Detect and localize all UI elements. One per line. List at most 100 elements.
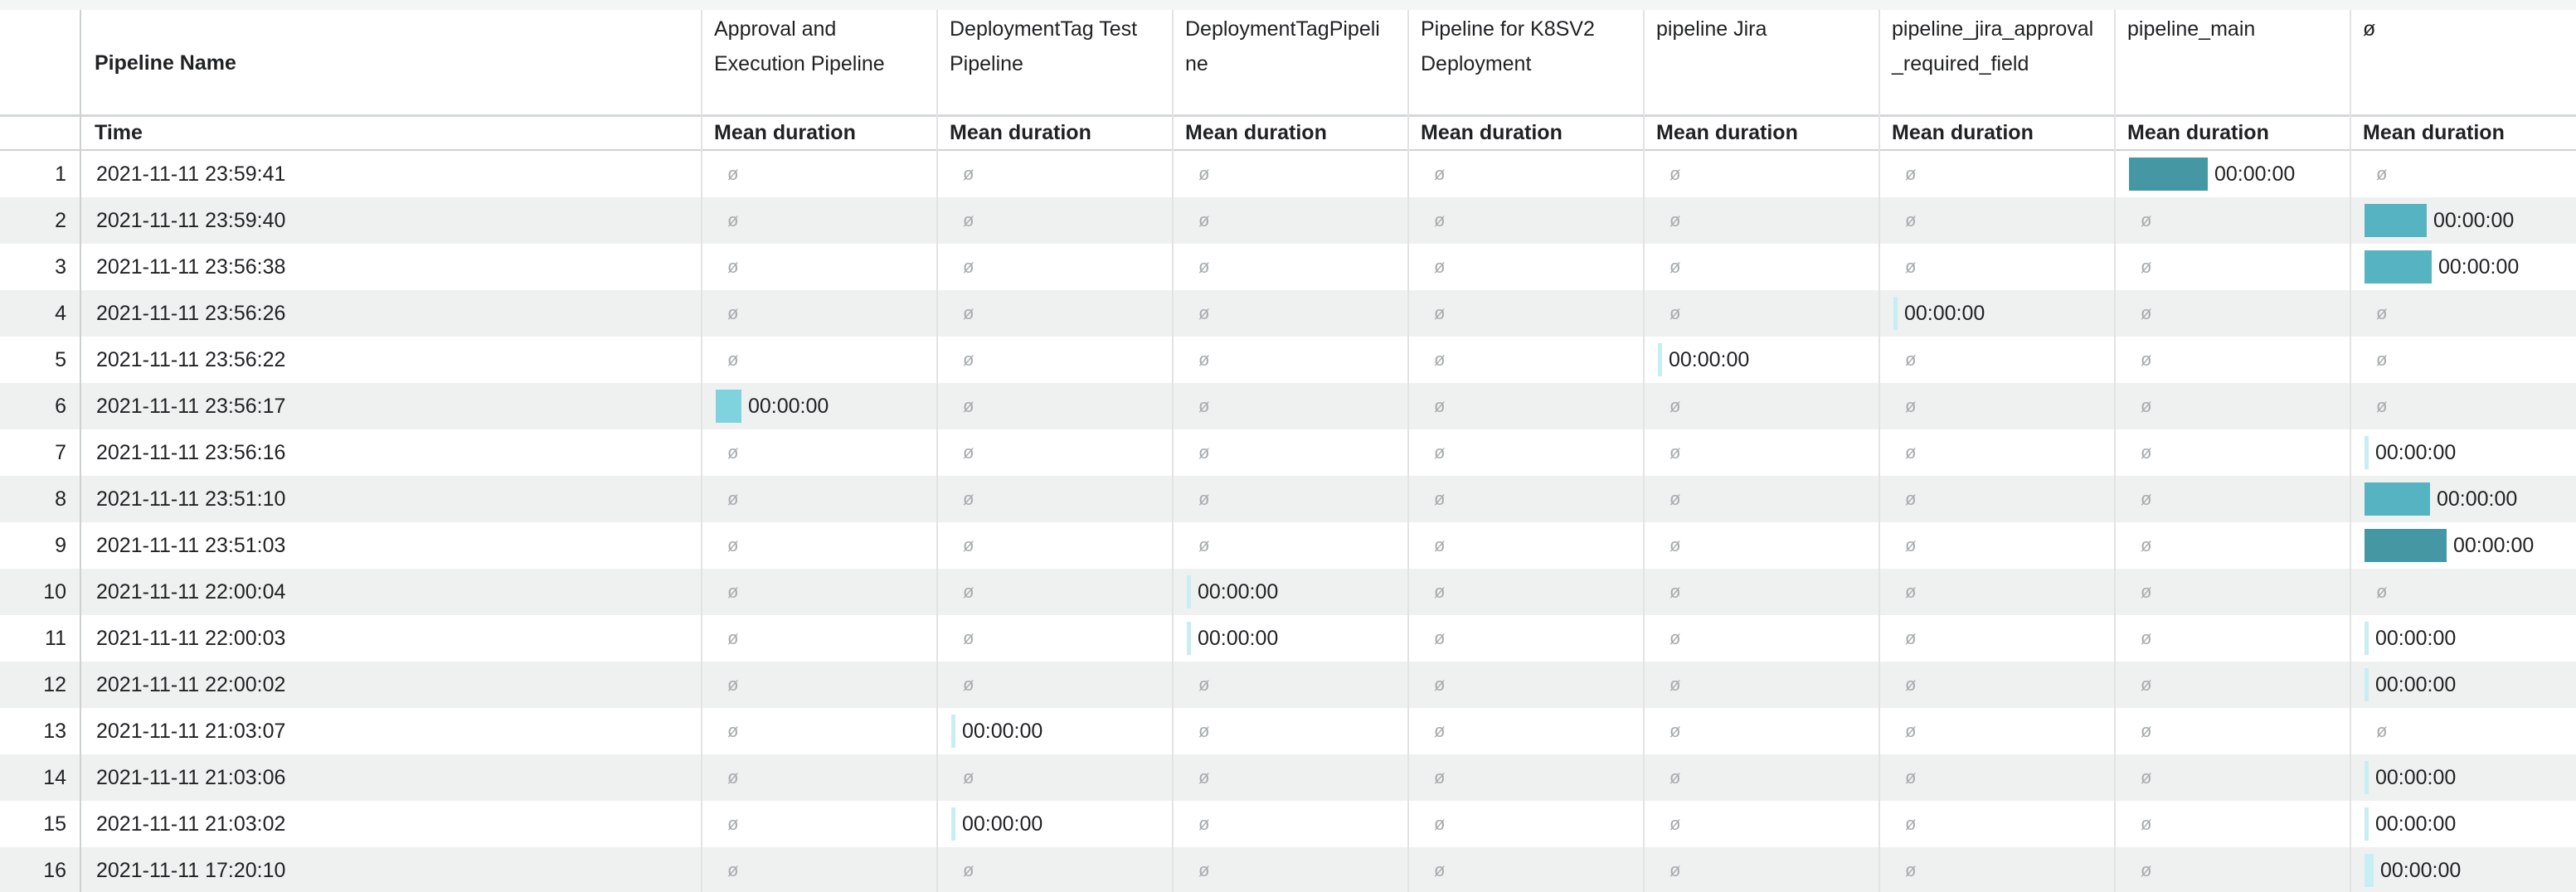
duration-value[interactable]: 00:00:00 xyxy=(2375,615,2456,662)
null-cell[interactable]: ø xyxy=(1670,151,1680,197)
null-cell[interactable]: ø xyxy=(2141,754,2151,801)
null-cell[interactable]: ø xyxy=(1905,754,1916,801)
measure-label[interactable]: Mean duration xyxy=(714,117,856,149)
null-cell[interactable]: ø xyxy=(1905,847,1916,892)
null-cell[interactable]: ø xyxy=(1198,244,1209,290)
null-cell[interactable]: ø xyxy=(1198,708,1209,754)
measure-label[interactable]: Mean duration xyxy=(950,117,1091,149)
null-cell[interactable]: ø xyxy=(963,754,974,801)
null-cell[interactable]: ø xyxy=(2141,708,2151,754)
measure-label[interactable]: Mean duration xyxy=(1656,117,1798,149)
null-cell[interactable]: ø xyxy=(963,847,974,892)
null-cell[interactable]: ø xyxy=(727,569,738,615)
duration-value[interactable]: 00:00:00 xyxy=(2375,754,2456,801)
null-cell[interactable]: ø xyxy=(1434,801,1445,847)
null-cell[interactable]: ø xyxy=(1198,290,1209,337)
column-header[interactable]: pipeline_main xyxy=(2127,12,2346,46)
null-cell[interactable]: ø xyxy=(1434,151,1445,197)
null-cell[interactable]: ø xyxy=(1198,662,1209,708)
time-cell[interactable]: 2021-11-11 23:51:03 xyxy=(96,522,285,569)
null-cell[interactable]: ø xyxy=(1905,522,1916,569)
null-cell[interactable]: ø xyxy=(2141,197,2151,244)
duration-value[interactable]: 00:00:00 xyxy=(1198,615,1278,662)
table-row[interactable]: 7 2021-11-11 23:56:16 ø ø ø ø ø ø ø 00:00:00 xyxy=(0,429,2576,476)
null-cell[interactable]: ø xyxy=(1198,151,1209,197)
duration-value[interactable]: 00:00:00 xyxy=(748,383,829,429)
null-cell[interactable]: ø xyxy=(1434,244,1445,290)
duration-value[interactable]: 00:00:00 xyxy=(2453,522,2534,569)
null-cell[interactable]: ø xyxy=(2141,290,2151,337)
table-row[interactable]: 11 2021-11-11 22:00:03 ø ø 00:00:00 ø ø ø ø 00:00… xyxy=(0,615,2576,662)
measure-label[interactable]: Mean duration xyxy=(1892,117,2034,149)
duration-value[interactable]: 00:00:00 xyxy=(2437,476,2517,522)
null-cell[interactable]: ø xyxy=(1905,615,1916,662)
table-row[interactable]: 10 2021-11-11 22:00:04 ø ø 00:00:00 ø ø ø ø ø xyxy=(0,569,2576,615)
duration-value[interactable]: 00:00:00 xyxy=(2214,151,2295,197)
null-cell[interactable]: ø xyxy=(2376,151,2387,197)
table-row[interactable]: 13 2021-11-11 21:03:07 ø 00:00:00 ø ø ø ø ø ø xyxy=(0,708,2576,754)
table-row[interactable]: 9 2021-11-11 23:51:03 ø ø ø ø ø ø ø 00:00:00 xyxy=(0,522,2576,569)
null-cell[interactable]: ø xyxy=(1198,337,1209,383)
duration-value[interactable]: 00:00:00 xyxy=(2380,847,2461,892)
null-cell[interactable]: ø xyxy=(2141,615,2151,662)
time-cell[interactable]: 2021-11-11 21:03:02 xyxy=(96,801,285,847)
table-row[interactable]: 12 2021-11-11 22:00:02 ø ø ø ø ø ø ø 00:00:00 xyxy=(0,662,2576,708)
duration-value[interactable]: 00:00:00 xyxy=(2375,801,2456,847)
column-header[interactable]: DeploymentTagPipeli ne xyxy=(1185,12,1404,81)
null-cell[interactable]: ø xyxy=(1670,244,1680,290)
null-cell[interactable]: ø xyxy=(1198,429,1209,476)
null-cell[interactable]: ø xyxy=(963,569,974,615)
null-cell[interactable]: ø xyxy=(1198,197,1209,244)
null-cell[interactable]: ø xyxy=(1198,476,1209,522)
null-cell[interactable]: ø xyxy=(1670,662,1680,708)
null-cell[interactable]: ø xyxy=(963,383,974,429)
time-cell[interactable]: 2021-11-11 23:56:16 xyxy=(96,429,285,476)
null-cell[interactable]: ø xyxy=(1670,615,1680,662)
duration-value[interactable]: 00:00:00 xyxy=(962,708,1043,754)
measure-label[interactable]: Mean duration xyxy=(2363,117,2505,149)
null-cell[interactable]: ø xyxy=(2141,522,2151,569)
null-cell[interactable]: ø xyxy=(1198,383,1209,429)
null-cell[interactable]: ø xyxy=(1670,290,1680,337)
null-cell[interactable]: ø xyxy=(727,847,738,892)
null-cell[interactable]: ø xyxy=(1434,197,1445,244)
null-cell[interactable]: ø xyxy=(1434,615,1445,662)
null-cell[interactable]: ø xyxy=(2376,337,2387,383)
duration-value[interactable]: 00:00:00 xyxy=(2375,429,2456,476)
pivot-label[interactable]: Pipeline Name xyxy=(95,46,236,80)
null-cell[interactable]: ø xyxy=(963,429,974,476)
column-header[interactable]: pipeline Jira xyxy=(1656,12,1875,46)
null-cell[interactable]: ø xyxy=(963,522,974,569)
duration-value[interactable]: 00:00:00 xyxy=(1904,290,1985,337)
table-row[interactable]: 2 2021-11-11 23:59:40 ø ø ø ø ø ø ø 00:00:00 xyxy=(0,197,2576,244)
null-cell[interactable]: ø xyxy=(1670,847,1680,892)
null-cell[interactable]: ø xyxy=(963,476,974,522)
null-cell[interactable]: ø xyxy=(1905,244,1916,290)
table-row[interactable]: 15 2021-11-11 21:03:02 ø 00:00:00 ø ø ø ø ø 00:00… xyxy=(0,801,2576,847)
column-header[interactable]: ø xyxy=(2363,12,2576,46)
time-cell[interactable]: 2021-11-11 23:56:22 xyxy=(96,337,285,383)
null-cell[interactable]: ø xyxy=(1905,801,1916,847)
table-row[interactable]: 14 2021-11-11 21:03:06 ø ø ø ø ø ø ø 00:00:00 xyxy=(0,754,2576,801)
null-cell[interactable]: ø xyxy=(1670,383,1680,429)
duration-value[interactable]: 00:00:00 xyxy=(2433,197,2514,244)
null-cell[interactable]: ø xyxy=(727,708,738,754)
null-cell[interactable]: ø xyxy=(2141,383,2151,429)
time-cell[interactable]: 2021-11-11 23:56:38 xyxy=(96,244,285,290)
null-cell[interactable]: ø xyxy=(2141,847,2151,892)
null-cell[interactable]: ø xyxy=(2141,337,2151,383)
null-cell[interactable]: ø xyxy=(1434,522,1445,569)
measure-label[interactable]: Mean duration xyxy=(1185,117,1327,149)
time-cell[interactable]: 2021-11-11 22:00:03 xyxy=(96,615,285,662)
column-header[interactable]: Approval and Execution Pipeline xyxy=(714,12,933,81)
time-cell[interactable]: 2021-11-11 22:00:04 xyxy=(96,569,285,615)
null-cell[interactable]: ø xyxy=(727,615,738,662)
null-cell[interactable]: ø xyxy=(1905,429,1916,476)
null-cell[interactable]: ø xyxy=(2376,383,2387,429)
null-cell[interactable]: ø xyxy=(963,197,974,244)
column-header[interactable]: pipeline_jira_approval _required_field xyxy=(1892,12,2111,81)
null-cell[interactable]: ø xyxy=(727,476,738,522)
null-cell[interactable]: ø xyxy=(1198,754,1209,801)
duration-value[interactable]: 00:00:00 xyxy=(1198,569,1278,615)
null-cell[interactable]: ø xyxy=(1434,569,1445,615)
